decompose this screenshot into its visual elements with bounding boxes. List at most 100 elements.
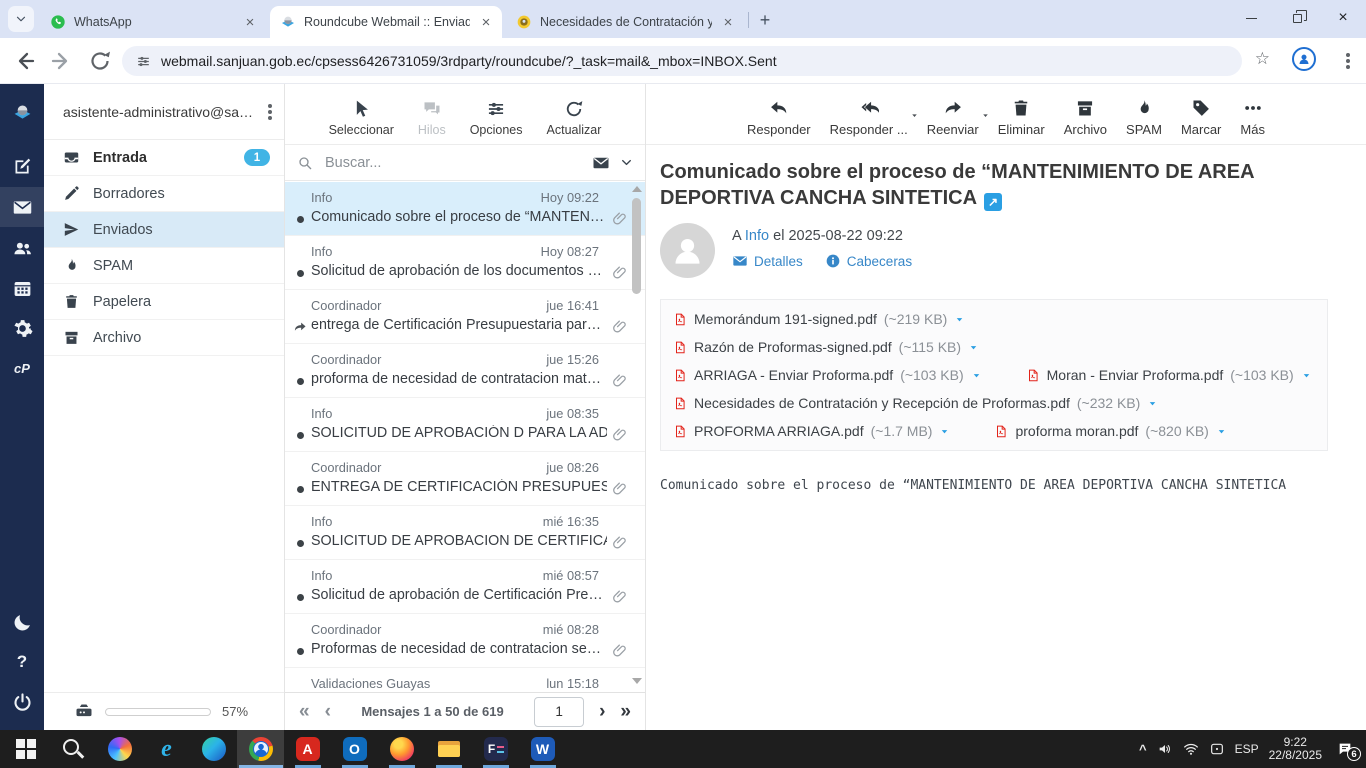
notification-center-button[interactable]: 6	[1336, 741, 1361, 761]
attachment-menu-caret-icon[interactable]	[939, 426, 950, 437]
caret-down-icon[interactable]	[910, 111, 919, 120]
wifi-icon[interactable]	[1183, 741, 1199, 757]
message-row[interactable]: Info mié 08:57 Solicitud de aprobación d…	[285, 560, 645, 614]
message-toolbar-button[interactable]: SPAM	[1126, 98, 1162, 137]
taskbar-app-button[interactable]	[2, 730, 49, 768]
attachment-menu-caret-icon[interactable]	[971, 370, 982, 381]
message-row[interactable]: Coordinador mié 08:28 Proformas de neces…	[285, 614, 645, 668]
taskbar-app-button[interactable]: F	[472, 730, 519, 768]
first-page-button[interactable]: «	[299, 702, 310, 721]
back-button[interactable]	[12, 49, 36, 73]
sidebar-folder-item[interactable]: Entrada 1	[44, 140, 284, 176]
device-icon[interactable]	[1209, 741, 1225, 757]
rail-item-cpanel[interactable]: cP	[0, 348, 44, 388]
rail-item-contacts[interactable]	[0, 228, 44, 268]
attachment-name[interactable]: Razón de Proformas-signed.pdf	[694, 339, 892, 355]
message-toolbar-button[interactable]: Eliminar	[998, 98, 1045, 137]
next-page-button[interactable]: ›	[599, 702, 605, 721]
attachment-menu-caret-icon[interactable]	[954, 314, 965, 325]
window-minimize-button[interactable]	[1228, 0, 1274, 36]
taskbar-app-button[interactable]: A	[284, 730, 331, 768]
tab-necesidades[interactable]: Necesidades de Contratación y ×	[506, 6, 744, 38]
sidebar-folder-item[interactable]: Papelera	[44, 284, 284, 320]
help-button[interactable]: ?	[0, 642, 44, 682]
message-toolbar-button[interactable]: Responder	[747, 98, 811, 137]
taskbar-app-button[interactable]	[378, 730, 425, 768]
message-toolbar-button[interactable]: Marcar	[1181, 98, 1221, 137]
window-close-button[interactable]: ×	[1320, 0, 1366, 36]
taskbar-app-button[interactable]	[190, 730, 237, 768]
taskbar-app-button[interactable]	[49, 730, 96, 768]
search-input[interactable]	[323, 153, 582, 172]
tab-close-icon[interactable]: ×	[720, 14, 736, 31]
tray-expand-icon[interactable]: ^	[1139, 742, 1147, 757]
dark-mode-button[interactable]	[0, 602, 44, 642]
reload-button[interactable]	[88, 49, 112, 73]
attachment-menu-caret-icon[interactable]	[1216, 426, 1227, 437]
message-row[interactable]: Info mié 16:35 SOLICITUD DE APROBACION D…	[285, 506, 645, 560]
sidebar-folder-item[interactable]: Archivo	[44, 320, 284, 356]
page-number-input[interactable]	[534, 696, 585, 727]
search-scope-envelope-icon[interactable]	[592, 154, 610, 172]
speaker-icon[interactable]	[1157, 741, 1173, 757]
taskbar-app-button[interactable]	[237, 730, 284, 768]
attachment-name[interactable]: Necesidades de Contratación y Recepción …	[694, 395, 1070, 411]
clock[interactable]: 9:22 22/8/2025	[1269, 736, 1322, 762]
message-toolbar-button[interactable]: Archivo	[1064, 98, 1107, 137]
rail-item-calendar[interactable]	[0, 268, 44, 308]
logout-button[interactable]	[0, 682, 44, 722]
address-bar[interactable]: webmail.sanjuan.gob.ec/cpsess6426731059/…	[122, 46, 1242, 76]
headers-link[interactable]: Cabeceras	[825, 253, 912, 269]
caret-down-icon[interactable]	[981, 111, 990, 120]
recipient-link[interactable]: Info	[745, 228, 769, 244]
message-row[interactable]: Validaciones Guayas lun 15:18	[285, 668, 645, 692]
attachment-name[interactable]: ARRIAGA - Enviar Proforma.pdf	[694, 367, 893, 383]
tab-whatsapp[interactable]: WhatsApp ×	[40, 6, 266, 38]
message-toolbar-button[interactable]: Responder ...	[830, 98, 908, 137]
message-row[interactable]: Coordinador jue 16:41 entrega de Certifi…	[285, 290, 645, 344]
search-options-chevron-icon[interactable]	[620, 156, 633, 169]
compose-button[interactable]	[0, 146, 44, 186]
tab-search-button[interactable]	[8, 6, 34, 32]
roundcube-logo[interactable]	[0, 92, 44, 132]
prev-page-button[interactable]: ‹	[325, 702, 331, 721]
message-row[interactable]: Coordinador jue 08:26 ENTREGA DE CERTIFI…	[285, 452, 645, 506]
taskbar-app-button[interactable]: O	[331, 730, 378, 768]
list-toolbar-button[interactable]: Opciones	[470, 99, 523, 137]
account-header[interactable]: asistente-administrativo@sa…	[44, 84, 284, 140]
message-row[interactable]: Coordinador jue 15:26 proforma de necesi…	[285, 344, 645, 398]
message-toolbar-button[interactable]: Reenviar	[927, 98, 979, 137]
scroll-down-icon[interactable]	[632, 678, 642, 684]
scrollbar-thumb[interactable]	[632, 198, 641, 294]
attachment-name[interactable]: PROFORMA ARRIAGA.pdf	[694, 423, 864, 439]
message-row[interactable]: Info jue 08:35 SOLICITUD DE APROBACIÓN D…	[285, 398, 645, 452]
attachment-name[interactable]: Moran - Enviar Proforma.pdf	[1047, 367, 1224, 383]
tab-close-icon[interactable]: ×	[478, 14, 494, 31]
attachment-menu-caret-icon[interactable]	[1301, 370, 1312, 381]
tab-close-icon[interactable]: ×	[242, 14, 258, 31]
taskbar-app-button[interactable]: e	[143, 730, 190, 768]
taskbar-app-button[interactable]: W	[519, 730, 566, 768]
sidebar-folder-item[interactable]: Borradores	[44, 176, 284, 212]
sidebar-folder-item[interactable]: Enviados	[44, 212, 284, 248]
list-toolbar-button[interactable]: Seleccionar	[329, 99, 394, 137]
language-indicator[interactable]: ESP	[1235, 742, 1259, 756]
account-menu-icon[interactable]	[268, 109, 272, 114]
list-toolbar-button[interactable]: Actualizar	[547, 99, 601, 137]
bookmark-star-icon[interactable]: ☆	[1255, 50, 1270, 67]
list-toolbar-button[interactable]: Hilos	[418, 99, 446, 137]
attachment-name[interactable]: proforma moran.pdf	[1015, 423, 1138, 439]
details-link[interactable]: Detalles	[732, 253, 803, 269]
sidebar-folder-item[interactable]: SPAM	[44, 248, 284, 284]
browser-men-icon[interactable]	[1346, 59, 1350, 63]
rail-item-mail[interactable]	[0, 187, 44, 227]
scroll-up-icon[interactable]	[632, 186, 642, 192]
message-row[interactable]: Info Hoy 09:22 Comunicado sobre el proce…	[285, 182, 645, 236]
profile-avatar[interactable]	[1292, 47, 1316, 71]
new-tab-button[interactable]: +	[752, 7, 778, 33]
taskbar-app-button[interactable]	[96, 730, 143, 768]
window-restore-button[interactable]	[1274, 0, 1320, 36]
message-row[interactable]: Info Hoy 08:27 Solicitud de aprobación d…	[285, 236, 645, 290]
taskbar-app-button[interactable]	[425, 730, 472, 768]
list-scrollbar[interactable]	[631, 184, 643, 686]
